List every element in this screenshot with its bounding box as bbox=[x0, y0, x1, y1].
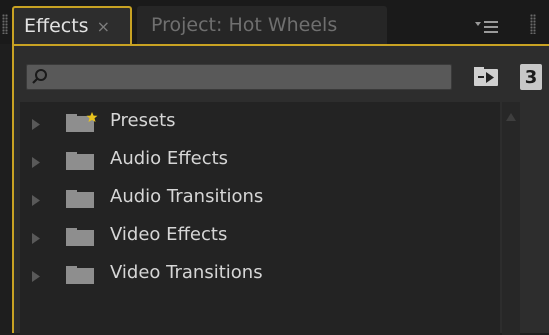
tab-effects-label: Effects bbox=[24, 15, 89, 37]
tree-item-label: Presets bbox=[110, 110, 176, 131]
search-field[interactable] bbox=[26, 64, 452, 90]
panel-grip-handle[interactable] bbox=[530, 14, 536, 34]
tree-item-label: Audio Transitions bbox=[110, 186, 264, 207]
vertical-scrollbar[interactable] bbox=[502, 102, 520, 335]
tree-item-video-effects[interactable]: Video Effects bbox=[20, 216, 490, 254]
folder-icon bbox=[66, 188, 100, 212]
folder-icon bbox=[66, 226, 100, 250]
tree-item-presets[interactable]: Presets bbox=[20, 102, 490, 140]
new-custom-bin-icon bbox=[474, 67, 498, 86]
effects-tree: Presets Audio Effects Audio Transitions … bbox=[20, 102, 500, 335]
panel-menu-icon bbox=[475, 21, 498, 33]
expand-arrow-icon[interactable] bbox=[32, 153, 40, 172]
tree-item-audio-transitions[interactable]: Audio Transitions bbox=[20, 178, 490, 216]
expand-arrow-icon[interactable] bbox=[32, 191, 40, 210]
folder-star-icon bbox=[66, 112, 100, 136]
search-input[interactable] bbox=[53, 67, 447, 89]
tree-item-label: Audio Effects bbox=[110, 148, 229, 169]
tree-item-video-transitions[interactable]: Video Transitions bbox=[20, 254, 490, 292]
scroll-up-arrow-icon[interactable] bbox=[506, 106, 516, 125]
tab-grip-handle[interactable] bbox=[2, 14, 8, 34]
tab-project[interactable]: Project: Hot Wheels bbox=[137, 6, 387, 44]
bin-3-label: 3 bbox=[524, 66, 538, 88]
magnifier-icon bbox=[31, 68, 49, 90]
tree-item-audio-effects[interactable]: Audio Effects bbox=[20, 140, 490, 178]
folder-icon bbox=[66, 150, 100, 174]
tree-item-label: Video Transitions bbox=[110, 262, 263, 283]
tab-project-label: Project: Hot Wheels bbox=[151, 14, 338, 36]
effects-panel-window: Effects × Project: Hot Wheels 3 Presets … bbox=[0, 0, 549, 335]
expand-arrow-icon[interactable] bbox=[32, 115, 40, 134]
tab-close-icon[interactable]: × bbox=[97, 17, 110, 36]
tree-item-label: Video Effects bbox=[110, 224, 228, 245]
new-custom-bin-button[interactable] bbox=[472, 66, 502, 88]
tab-effects[interactable]: Effects × bbox=[12, 6, 132, 44]
effects-panel: 3 Presets Audio Effects Audio Transition… bbox=[12, 44, 549, 335]
expand-arrow-icon[interactable] bbox=[32, 267, 40, 286]
bin-3-button[interactable]: 3 bbox=[520, 64, 542, 90]
panel-menu-button[interactable] bbox=[470, 18, 504, 36]
tab-bar: Effects × Project: Hot Wheels bbox=[0, 0, 549, 44]
folder-icon bbox=[66, 264, 100, 288]
expand-arrow-icon[interactable] bbox=[32, 229, 40, 248]
